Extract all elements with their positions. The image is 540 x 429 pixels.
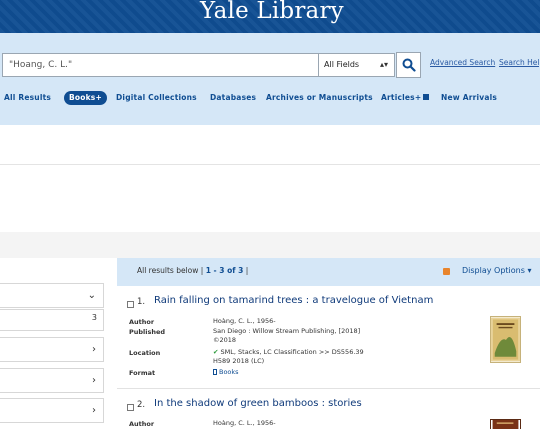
location-line-2: H589 2018 (LC) xyxy=(213,357,265,365)
tab-new-arrivals[interactable]: New Arrivals xyxy=(441,92,497,104)
facet-panel[interactable]: › xyxy=(0,337,104,362)
location-label: Location xyxy=(129,349,161,357)
result-separator xyxy=(117,388,540,389)
tab-articles[interactable]: Articles+ xyxy=(381,92,430,104)
author-label: Author xyxy=(129,318,155,326)
display-options-button[interactable]: Display Options ▾ xyxy=(462,266,531,275)
author-value: Hoàng, C. L., 1956- xyxy=(213,317,276,325)
search-scope-nav: All Results Books+ Digital Collections D… xyxy=(0,91,540,106)
available-check-icon: ✔ xyxy=(213,348,219,356)
published-line-2: ©2018 xyxy=(213,336,237,344)
select-checkbox[interactable] xyxy=(127,404,134,411)
tab-databases[interactable]: Databases xyxy=(210,92,256,104)
facet-count: 3 xyxy=(91,313,97,322)
result-title-link[interactable]: In the shadow of green bamboos : stories xyxy=(154,398,362,409)
chevron-right-icon: › xyxy=(92,375,96,386)
chevron-right-icon: › xyxy=(92,344,96,355)
search-icon xyxy=(402,58,416,72)
tab-articles-label: Articles+ xyxy=(381,93,422,102)
author-label: Author xyxy=(129,420,155,428)
format-text: Books xyxy=(219,368,239,376)
result-title-link[interactable]: Rain falling on tamarind trees : a trave… xyxy=(154,295,433,306)
results-header: All results below | 1 - 3 of 3 | Display… xyxy=(117,258,540,286)
toolbar-band xyxy=(0,232,540,258)
book-cover-image[interactable] xyxy=(490,419,521,429)
search-field-value: All Fields xyxy=(324,60,360,69)
tab-digital-collections[interactable]: Digital Collections xyxy=(116,92,197,104)
site-logo[interactable]: Yale Library xyxy=(200,0,344,24)
results-summary: All results below | 1 - 3 of 3 | xyxy=(137,266,248,275)
select-arrows-icon: ▴▾ xyxy=(379,60,388,69)
rss-icon[interactable] xyxy=(443,268,450,275)
result-item: 2. In the shadow of green bamboos : stor… xyxy=(117,398,540,429)
search-button[interactable] xyxy=(396,52,421,78)
book-icon xyxy=(213,369,217,375)
facet-panel-expanded[interactable]: ⌄ xyxy=(0,283,104,308)
format-value: Books xyxy=(213,368,239,377)
results-summary-prefix: All results below | xyxy=(137,266,204,275)
result-number: 2. xyxy=(137,400,146,410)
facet-value-row[interactable]: 3 xyxy=(0,309,104,331)
published-value: San Diego : Willow Stream Publishing, [2… xyxy=(213,327,360,345)
chevron-down-icon: ⌄ xyxy=(87,290,96,301)
author-value: Hoàng, C. L., 1956- xyxy=(213,419,276,427)
search-band: "Hoang, C. L." All Fields ▴▾ Advanced Se… xyxy=(0,33,540,125)
result-number: 1. xyxy=(137,297,146,307)
result-item: 1. Rain falling on tamarind trees : a tr… xyxy=(117,295,540,387)
facet-panel[interactable]: › xyxy=(0,398,104,423)
results-range: 1 - 3 of 3 xyxy=(205,266,244,275)
book-cover-image[interactable] xyxy=(490,316,521,363)
divider xyxy=(0,164,540,165)
published-label: Published xyxy=(129,328,166,336)
published-line-1: San Diego : Willow Stream Publishing, [2… xyxy=(213,327,361,335)
format-label: Format xyxy=(129,369,156,377)
location-line-1: SML, Stacks, LC Classification >> DS556.… xyxy=(220,348,364,356)
external-link-icon xyxy=(423,94,430,100)
select-checkbox[interactable] xyxy=(127,301,134,308)
location-value: ✔ SML, Stacks, LC Classification >> DS55… xyxy=(213,348,364,366)
site-header: Yale Library xyxy=(0,0,540,33)
chevron-right-icon: › xyxy=(92,405,96,416)
facet-panel[interactable]: › xyxy=(0,368,104,393)
results-summary-suffix: | xyxy=(245,266,249,275)
advanced-search-link[interactable]: Advanced Search xyxy=(430,58,495,67)
tab-all-results[interactable]: All Results xyxy=(4,92,51,104)
search-input[interactable]: "Hoang, C. L." xyxy=(2,53,319,77)
search-field-select[interactable]: All Fields ▴▾ xyxy=(318,53,395,77)
search-help-link[interactable]: Search Help xyxy=(499,58,540,67)
tab-archives-or-manuscripts[interactable]: Archives or Manuscripts xyxy=(266,92,373,104)
tab-books[interactable]: Books+ xyxy=(64,91,107,105)
